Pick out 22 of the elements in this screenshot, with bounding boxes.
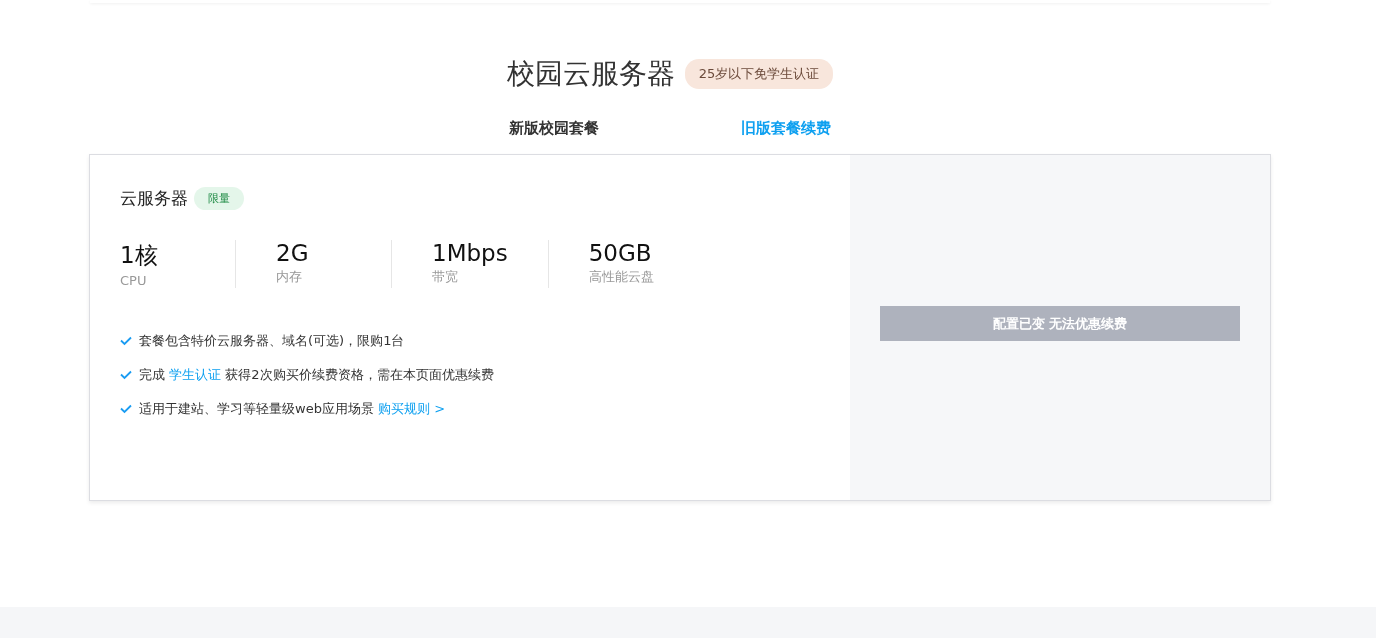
feature-link[interactable]: 购买规则 > bbox=[378, 401, 446, 416]
feature-text: 完成 学生认证 获得2次购买价续费资格，需在本页面优惠续费 bbox=[139, 366, 494, 384]
feature-text: 套餐包含特价云服务器、域名(可选)，限购1台 bbox=[139, 332, 405, 350]
feature-link[interactable]: 学生认证 bbox=[169, 367, 222, 382]
spec-label: 高性能云盘 bbox=[588, 268, 655, 286]
tab[interactable]: 旧版套餐续费 bbox=[720, 119, 852, 138]
plan-name: 云服务器 bbox=[120, 187, 188, 210]
spec-value: 1核 bbox=[120, 241, 159, 270]
spec-label: 带宽 bbox=[432, 268, 459, 286]
check-icon bbox=[120, 370, 132, 380]
page-title: 校园云服务器 bbox=[506, 56, 675, 92]
spec-value: 1Mbps bbox=[432, 240, 508, 266]
check-icon bbox=[120, 404, 132, 414]
spec-label: CPU bbox=[120, 273, 148, 288]
limited-tag: 限量 bbox=[194, 187, 244, 210]
check-icon bbox=[120, 336, 132, 346]
spec-value: 50GB bbox=[588, 240, 653, 266]
info-badge: 25岁以下免学生认证 bbox=[684, 59, 834, 89]
feature-text: 适用于建站、学习等轻量级web应用场景 购买规则 > bbox=[139, 400, 446, 418]
spec-label: 内存 bbox=[276, 268, 303, 286]
spec-value: 2G bbox=[276, 240, 310, 266]
tab[interactable]: 新版校园套餐 bbox=[488, 119, 620, 138]
